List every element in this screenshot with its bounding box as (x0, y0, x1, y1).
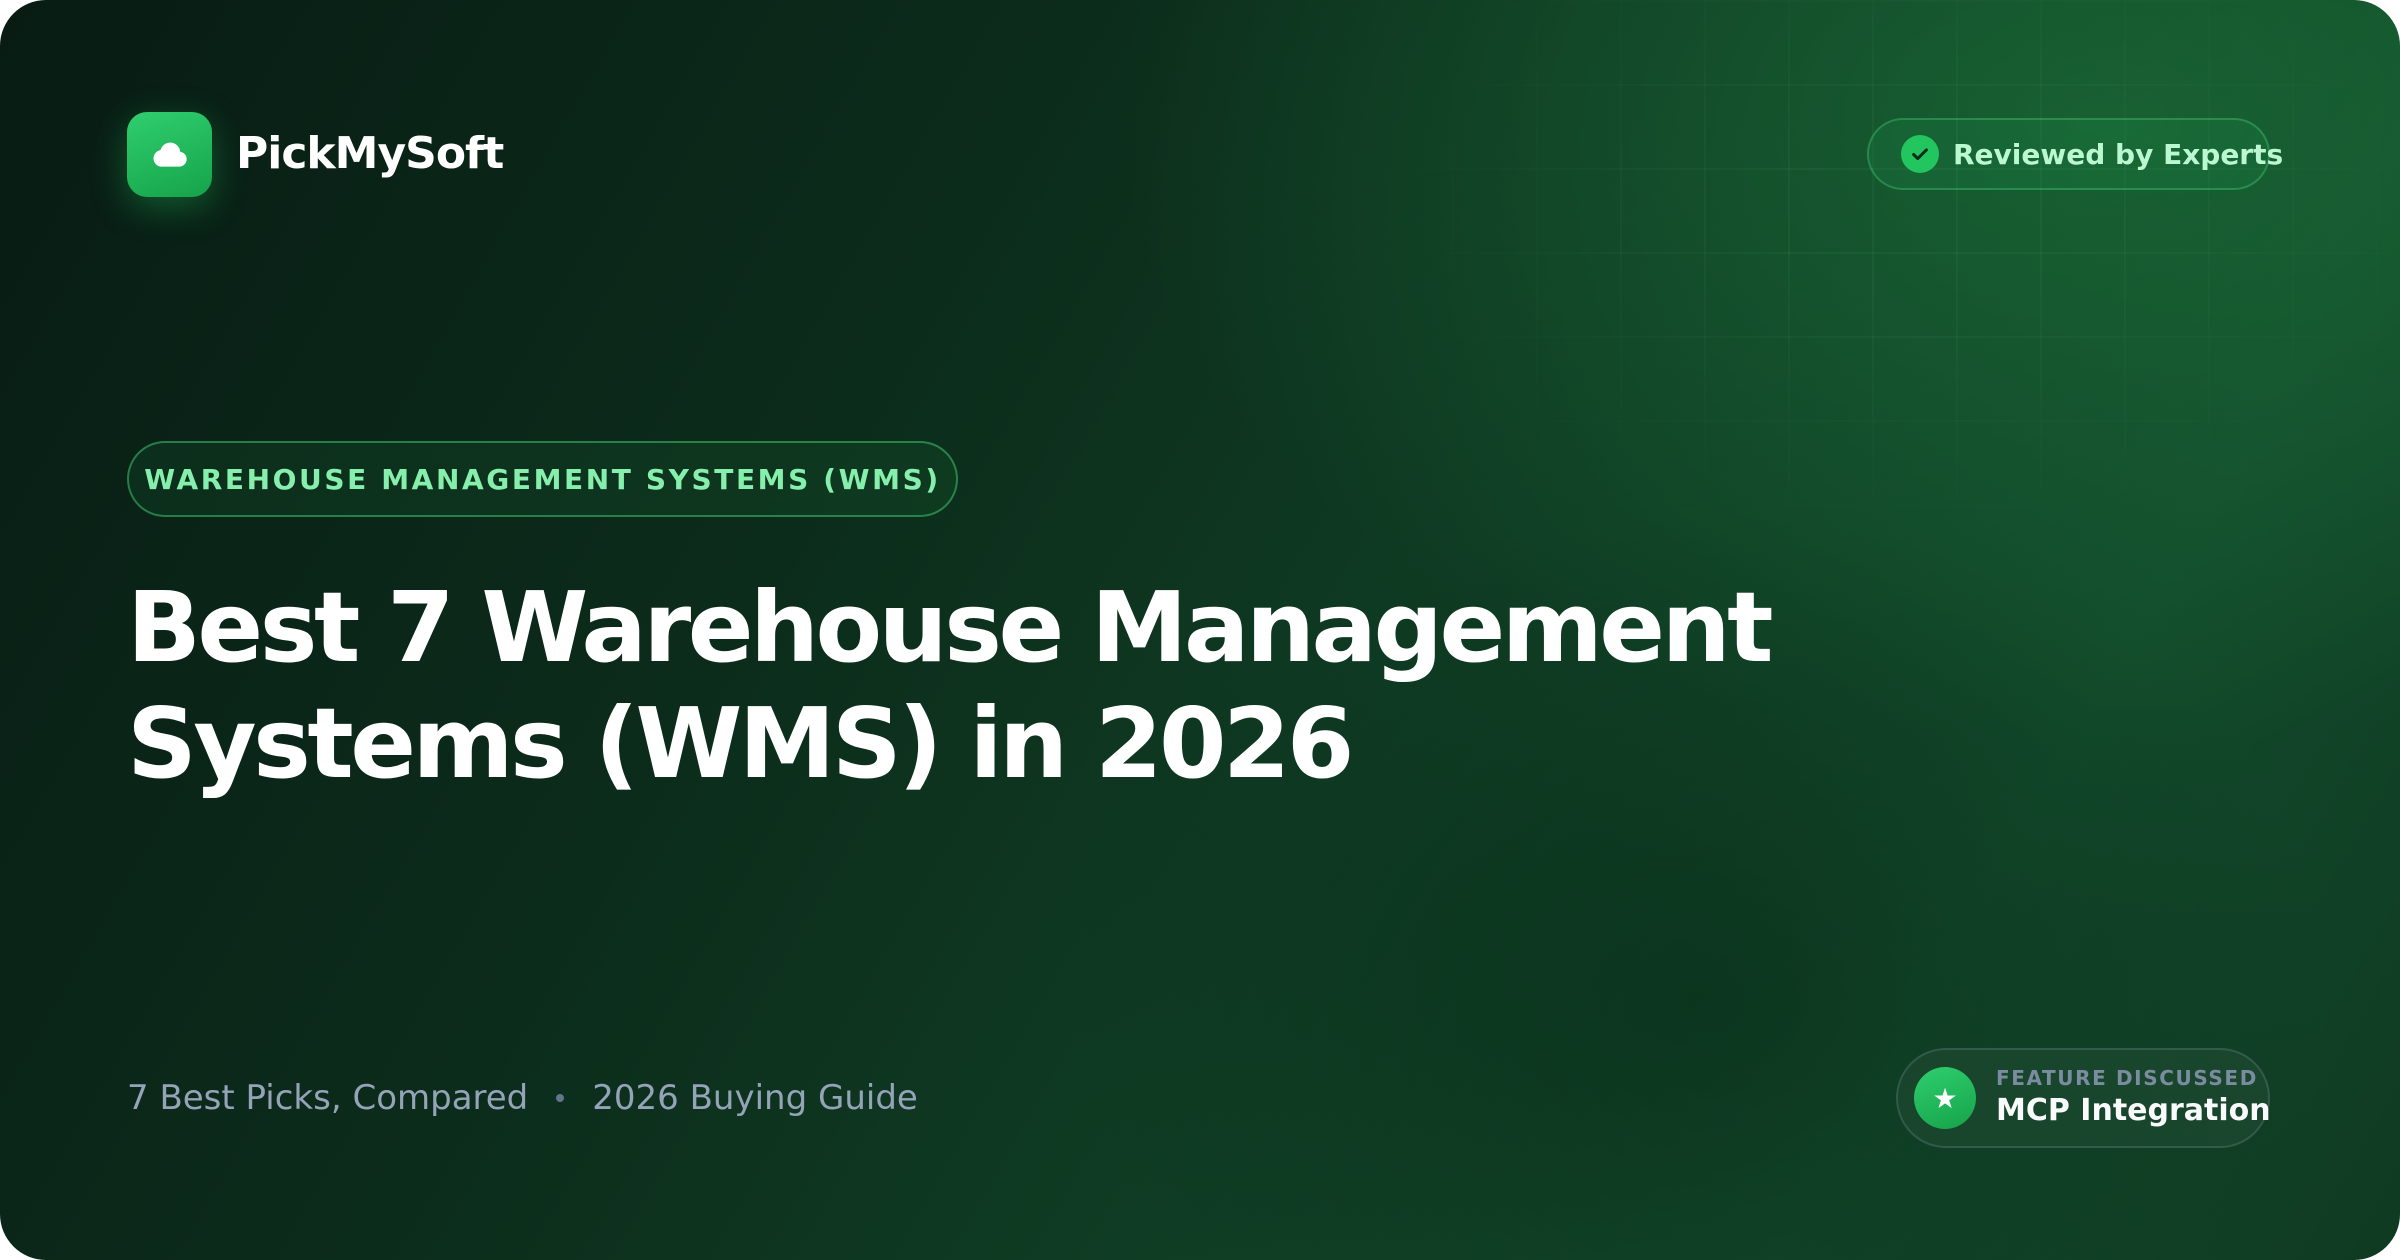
og-card: PickMySoft Reviewed by Experts WAREHOUSE… (0, 0, 2400, 1260)
brand-logo (127, 112, 212, 197)
check-circle-icon (1901, 135, 1939, 173)
brand-name: PickMySoft (236, 128, 504, 179)
separator-dot (556, 1094, 565, 1102)
page-title-line-2: Systems (WMS) in 2026 (127, 687, 1354, 800)
reviewed-badge: Reviewed by Experts (1867, 118, 2283, 190)
picks-label: 7 Best Picks, Compared (127, 1078, 529, 1118)
guide-label: 2026 Buying Guide (592, 1078, 918, 1118)
footer-meta: 7 Best Picks, Compared 2026 Buying Guide (127, 1076, 918, 1120)
feature-badge: ★ FEATURE DISCUSSED MCP Integration (1896, 1048, 2271, 1148)
cloud-icon (152, 142, 187, 167)
page-title: Best 7 Warehouse Management Systems (WMS… (127, 570, 2027, 802)
category-pill: WAREHOUSE MANAGEMENT SYSTEMS (WMS) (127, 441, 958, 517)
reviewed-badge-label: Reviewed by Experts (1953, 137, 2284, 171)
page-title-line-1: Best 7 Warehouse Management (127, 571, 1774, 684)
feature-text: FEATURE DISCUSSED MCP Integration (1996, 1065, 2271, 1131)
star-icon: ★ (1914, 1067, 1976, 1129)
feature-value: MCP Integration (1996, 1093, 2271, 1128)
feature-eyebrow: FEATURE DISCUSSED (1996, 1066, 2258, 1090)
